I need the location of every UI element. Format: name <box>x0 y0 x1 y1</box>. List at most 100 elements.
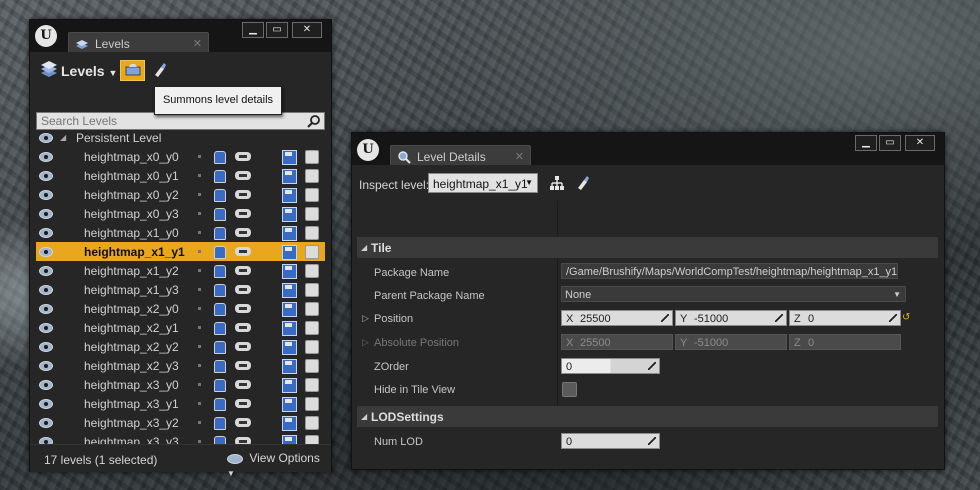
num-lod-field[interactable]: 0 <box>561 433 660 449</box>
minimize-button[interactable]: ▁ <box>855 135 877 151</box>
category-tile[interactable]: ◢ Tile <box>357 237 938 258</box>
save-icon[interactable] <box>282 245 297 260</box>
gamepad-icon[interactable] <box>235 190 251 199</box>
level-row[interactable]: heightmap_x0_y0 <box>36 147 325 166</box>
visibility-eye-icon[interactable] <box>39 285 53 295</box>
level-row[interactable]: heightmap_x1_y2 <box>36 261 325 280</box>
brush-tool-icon[interactable] <box>575 175 591 191</box>
gamepad-icon[interactable] <box>235 247 251 256</box>
lock-icon[interactable] <box>214 379 226 392</box>
level-checkbox[interactable] <box>305 245 319 259</box>
gamepad-icon[interactable] <box>235 285 251 294</box>
maximize-button[interactable]: ▭ <box>879 135 901 151</box>
visibility-eye-icon[interactable] <box>39 342 53 352</box>
save-icon[interactable] <box>282 302 297 317</box>
position-y-field[interactable]: Y -51000 <box>675 310 787 326</box>
lock-icon[interactable] <box>214 398 226 411</box>
lock-icon[interactable] <box>214 341 226 354</box>
save-icon[interactable] <box>282 359 297 374</box>
drag-handle-icon[interactable] <box>661 314 669 322</box>
summon-level-details-button[interactable] <box>120 60 145 81</box>
level-checkbox[interactable] <box>305 359 319 373</box>
lock-icon[interactable] <box>214 322 226 335</box>
lock-icon[interactable] <box>214 360 226 373</box>
position-x-field[interactable]: X 25500 <box>561 310 673 326</box>
visibility-eye-icon[interactable] <box>39 361 53 371</box>
gamepad-icon[interactable] <box>235 418 251 427</box>
lock-icon[interactable] <box>214 151 226 164</box>
category-lod-settings[interactable]: ◢ LODSettings <box>357 406 938 427</box>
save-icon[interactable] <box>282 340 297 355</box>
visibility-eye-icon[interactable] <box>39 228 53 238</box>
lock-icon[interactable] <box>214 284 226 297</box>
level-row[interactable]: heightmap_x1_y1 <box>36 242 325 261</box>
brush-tool-icon[interactable] <box>152 62 168 78</box>
visibility-eye-icon[interactable] <box>39 247 53 257</box>
level-checkbox[interactable] <box>305 302 319 316</box>
level-checkbox[interactable] <box>305 207 319 221</box>
level-row[interactable]: heightmap_x0_y3 <box>36 204 325 223</box>
gamepad-icon[interactable] <box>235 171 251 180</box>
reset-to-default-icon[interactable]: ↺ <box>902 312 910 323</box>
visibility-eye-icon[interactable] <box>39 133 53 143</box>
level-row[interactable]: heightmap_x3_y0 <box>36 375 325 394</box>
save-icon[interactable] <box>282 416 297 431</box>
save-icon[interactable] <box>282 378 297 393</box>
search-input[interactable] <box>39 113 305 129</box>
close-window-button[interactable]: ✕ <box>905 135 935 151</box>
position-z-field[interactable]: Z 0 <box>789 310 901 326</box>
zorder-field[interactable]: 0 <box>561 358 660 374</box>
visibility-eye-icon[interactable] <box>39 323 53 333</box>
drag-handle-icon[interactable] <box>648 362 656 370</box>
level-checkbox[interactable] <box>305 340 319 354</box>
hierarchy-icon[interactable] <box>549 175 565 191</box>
gamepad-icon[interactable] <box>235 228 251 237</box>
save-icon[interactable] <box>282 188 297 203</box>
search-icon[interactable] <box>307 114 321 128</box>
level-checkbox[interactable] <box>305 150 319 164</box>
gamepad-icon[interactable] <box>235 380 251 389</box>
save-icon[interactable] <box>282 226 297 241</box>
gamepad-icon[interactable] <box>235 209 251 218</box>
level-row[interactable]: heightmap_x2_y0 <box>36 299 325 318</box>
drag-handle-icon[interactable] <box>648 437 656 445</box>
level-checkbox[interactable] <box>305 321 319 335</box>
gamepad-icon[interactable] <box>235 342 251 351</box>
level-row[interactable]: heightmap_x3_y2 <box>36 413 325 432</box>
view-options-button[interactable]: View Options ▼ <box>227 451 331 479</box>
level-checkbox[interactable] <box>305 169 319 183</box>
gamepad-icon[interactable] <box>235 399 251 408</box>
levels-dropdown[interactable]: Levels ▼ <box>61 63 117 79</box>
save-icon[interactable] <box>282 397 297 412</box>
save-icon[interactable] <box>282 150 297 165</box>
save-icon[interactable] <box>282 207 297 222</box>
lock-icon[interactable] <box>214 303 226 316</box>
visibility-eye-icon[interactable] <box>39 399 53 409</box>
minimize-button[interactable]: ▁ <box>242 22 264 38</box>
expand-arrow-icon[interactable]: ▷ <box>362 313 369 324</box>
lock-icon[interactable] <box>214 246 226 259</box>
lock-icon[interactable] <box>214 265 226 278</box>
gamepad-icon[interactable] <box>235 266 251 275</box>
gamepad-icon[interactable] <box>235 323 251 332</box>
collapse-arrow-icon[interactable]: ◢ <box>60 133 66 142</box>
parent-package-name-dropdown[interactable]: None ▼ <box>561 286 906 302</box>
drag-handle-icon[interactable] <box>775 314 783 322</box>
level-checkbox[interactable] <box>305 378 319 392</box>
persistent-level-row[interactable]: ◢ Persistent Level <box>36 128 325 147</box>
level-row[interactable]: heightmap_x3_y1 <box>36 394 325 413</box>
gamepad-icon[interactable] <box>235 304 251 313</box>
visibility-eye-icon[interactable] <box>39 266 53 276</box>
visibility-eye-icon[interactable] <box>39 380 53 390</box>
level-checkbox[interactable] <box>305 397 319 411</box>
close-window-button[interactable]: ✕ <box>292 22 322 38</box>
level-checkbox[interactable] <box>305 188 319 202</box>
save-icon[interactable] <box>282 169 297 184</box>
visibility-eye-icon[interactable] <box>39 152 53 162</box>
inspect-level-dropdown[interactable]: heightmap_x1_y1 ▼ <box>428 173 538 193</box>
level-row[interactable]: heightmap_x2_y3 <box>36 356 325 375</box>
lock-icon[interactable] <box>214 227 226 240</box>
save-icon[interactable] <box>282 283 297 298</box>
lock-icon[interactable] <box>214 208 226 221</box>
column-splitter[interactable] <box>557 201 558 413</box>
